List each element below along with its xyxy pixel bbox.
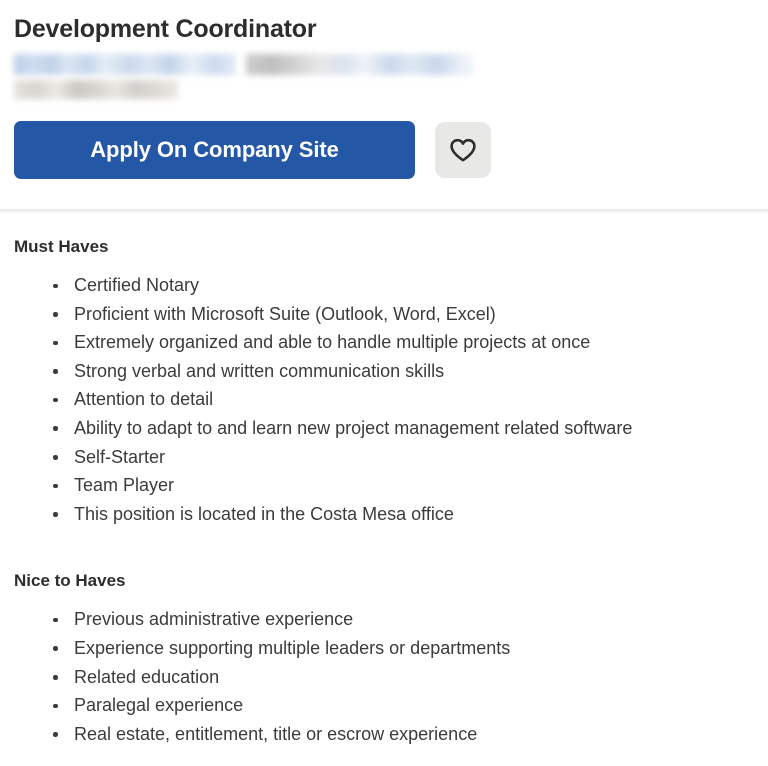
nice-to-haves-list: Previous administrative experience Exper… [14,605,754,748]
apply-on-company-site-button[interactable]: Apply On Company Site [14,121,415,179]
list-item: Certified Notary [14,271,754,300]
list-item: Self-Starter [14,443,754,472]
must-haves-list: Certified Notary Proficient with Microso… [14,271,754,528]
save-job-button[interactable] [435,122,491,178]
job-meta-row-primary [14,54,754,75]
list-item: Previous administrative experience [14,605,754,634]
job-meta-secondary-redacted [14,80,178,99]
page-title: Development Coordinator [14,15,317,43]
list-item: Proficient with Microsoft Suite (Outlook… [14,300,754,329]
job-location-redacted [246,54,474,75]
list-item: Related education [14,663,754,692]
list-item: Team Player [14,471,754,500]
section-heading-must-haves: Must Haves [14,237,109,256]
job-description: Must Haves Certified Notary Proficient w… [0,214,768,748]
list-item: Extremely organized and able to handle m… [14,328,754,357]
list-item: Strong verbal and written communication … [14,357,754,386]
section-heading-nice-to-haves: Nice to Haves [14,571,126,591]
list-item: Experience supporting multiple leaders o… [14,634,754,663]
list-item: Ability to adapt to and learn new projec… [14,414,754,443]
list-item: Real estate, entitlement, title or escro… [14,720,754,749]
action-bar: Apply On Company Site [0,121,768,179]
job-posting-page: Development Coordinator Apply On Company… [0,0,768,766]
list-item: Paralegal experience [14,691,754,720]
list-item: Attention to detail [14,385,754,414]
job-header: Development Coordinator [0,0,768,99]
heart-icon [449,138,477,163]
job-meta-redacted [14,54,754,99]
job-meta-row-secondary [14,77,754,99]
company-name-redacted[interactable] [14,54,236,75]
list-item: This position is located in the Costa Me… [14,500,754,529]
